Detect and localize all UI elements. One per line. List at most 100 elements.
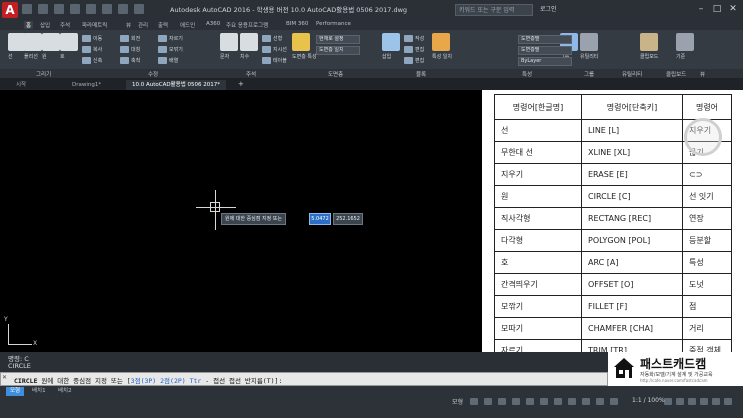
annotation-tool-icon[interactable]: [262, 57, 271, 64]
modify-tool-label[interactable]: 신축: [93, 57, 102, 64]
text-icon[interactable]: [220, 33, 238, 51]
command-prompt[interactable]: CIRCLE 원에 대한 중심점 지정 또는 [3점(3P) 2점(2P) Tt…: [14, 375, 282, 385]
tab-view[interactable]: 뷰: [126, 21, 131, 29]
modify-tool-icon[interactable]: [120, 35, 129, 42]
doc-tab-drawing1[interactable]: Drawing1*: [66, 80, 107, 90]
modify-tool-label[interactable]: 복사: [93, 46, 102, 53]
close-button[interactable]: ✕: [726, 3, 740, 15]
modify-tool-icon[interactable]: [158, 46, 167, 53]
utilities-icon[interactable]: [580, 33, 598, 51]
new-tab-plus-icon[interactable]: +: [238, 80, 244, 88]
lock-ui-icon[interactable]: [676, 398, 684, 405]
annotation-tool-label[interactable]: 테이블: [273, 57, 287, 64]
undo-icon[interactable]: [102, 4, 112, 14]
match-properties-icon[interactable]: [432, 33, 450, 51]
lineweight-icon[interactable]: [568, 398, 576, 405]
annotation-tool-label[interactable]: 선형: [273, 35, 282, 42]
option-3p[interactable]: 3점(3P): [131, 377, 157, 385]
close-command-line-icon[interactable]: ✕: [2, 374, 7, 381]
tab-a360[interactable]: A360: [206, 21, 220, 27]
search-input[interactable]: 키워드 또는 구문 입력: [455, 4, 533, 16]
save-as-icon[interactable]: [70, 4, 80, 14]
modify-tool-label[interactable]: 대칭: [131, 46, 140, 53]
hardware-accel-icon[interactable]: [700, 398, 708, 405]
tab-performance[interactable]: Performance: [316, 21, 351, 27]
modify-tool-label[interactable]: 이동: [93, 35, 102, 42]
plot-icon[interactable]: [86, 4, 96, 14]
block-tool-label[interactable]: 편집: [415, 46, 424, 53]
workspace-icon[interactable]: [134, 4, 144, 14]
tab-output[interactable]: 출력: [158, 21, 168, 29]
doc-tab-current[interactable]: 10.0 AutoCAD활용법 0506 2017*: [126, 80, 227, 90]
block-tool-icon[interactable]: [404, 57, 413, 64]
snap-icon[interactable]: [484, 398, 492, 405]
annotation-tool-label[interactable]: 지시선: [273, 46, 287, 53]
otrack-icon[interactable]: [554, 398, 562, 405]
ribbon-panel-label[interactable]: 주석: [246, 70, 256, 78]
modify-tool-icon[interactable]: [82, 57, 91, 64]
ribbon-panel-label[interactable]: 블록: [416, 70, 426, 78]
modify-tool-label[interactable]: 모깎기: [169, 46, 183, 53]
modify-tool-icon[interactable]: [158, 35, 167, 42]
clipboard-icon[interactable]: [640, 33, 658, 51]
redo-icon[interactable]: [118, 4, 128, 14]
circle-icon[interactable]: [42, 33, 60, 51]
block-tool-icon[interactable]: [404, 46, 413, 53]
tab-addins[interactable]: 애드인: [180, 21, 195, 29]
grid-icon[interactable]: [470, 398, 478, 405]
selection-cycling-icon[interactable]: [596, 398, 604, 405]
autocad-logo-icon[interactable]: A: [2, 2, 18, 18]
open-file-icon[interactable]: [38, 4, 48, 14]
modify-tool-icon[interactable]: [120, 57, 129, 64]
dimension-icon[interactable]: [240, 33, 258, 51]
tab-annotate[interactable]: 주석: [60, 21, 70, 29]
modify-tool-icon[interactable]: [82, 35, 91, 42]
annotation-tool-icon[interactable]: [262, 35, 271, 42]
save-icon[interactable]: [54, 4, 64, 14]
tab-featured-apps[interactable]: 주요 응용프로그램: [226, 21, 268, 29]
ribbon-panel-label[interactable]: 그룹: [584, 70, 594, 78]
polar-icon[interactable]: [512, 398, 520, 405]
layer-properties-icon[interactable]: [292, 33, 310, 51]
polyline-icon[interactable]: [24, 33, 42, 51]
tab-insert[interactable]: 삽입: [40, 21, 50, 29]
annotation-tool-icon[interactable]: [262, 46, 271, 53]
layout-tab-2[interactable]: 배치2: [54, 387, 76, 396]
annotation-visibility-icon[interactable]: [610, 398, 618, 405]
block-tool-label[interactable]: 편집: [415, 57, 424, 64]
clean-screen-icon[interactable]: [712, 398, 720, 405]
block-tool-icon[interactable]: [404, 35, 413, 42]
layout-tab-1[interactable]: 배치1: [28, 387, 50, 396]
customization-icon[interactable]: [724, 398, 732, 405]
ortho-icon[interactable]: [498, 398, 506, 405]
ribbon-panel-label[interactable]: 특성: [522, 70, 532, 78]
layout-tab-model[interactable]: 모형: [6, 387, 25, 396]
insert-block-icon[interactable]: [382, 33, 400, 51]
modify-tool-icon[interactable]: [82, 46, 91, 53]
modify-tool-label[interactable]: 회전: [131, 35, 140, 42]
layer-dropdown[interactable]: 현재로 설정: [316, 35, 360, 44]
tab-bim360[interactable]: BIM 360: [286, 21, 308, 27]
isolate-objects-icon[interactable]: [688, 398, 696, 405]
ribbon-panel-label[interactable]: 클립보드: [666, 70, 686, 78]
tab-parametric[interactable]: 파라메트릭: [82, 21, 107, 29]
signin-link[interactable]: 로그인: [540, 4, 557, 13]
option-2p[interactable]: 2점(2P): [160, 377, 186, 385]
osnap-icon[interactable]: [540, 398, 548, 405]
arc-icon[interactable]: [60, 33, 78, 51]
dynamic-input-x[interactable]: 5.0472: [309, 213, 331, 225]
ribbon-panel-label[interactable]: 유틸리티: [622, 70, 642, 78]
linetype-dropdown[interactable]: 도면층별: [518, 46, 572, 55]
workspace-icon[interactable]: [664, 398, 672, 405]
ribbon-panel-label[interactable]: 그리기: [36, 70, 51, 78]
lineweight-dropdown[interactable]: ByLayer: [518, 57, 572, 66]
new-file-icon[interactable]: [22, 4, 32, 14]
tab-home[interactable]: 홈: [24, 21, 34, 29]
annotation-scale[interactable]: 1:1 / 100%: [632, 397, 665, 404]
modify-tool-label[interactable]: 자르기: [169, 35, 183, 42]
tab-manage[interactable]: 관리: [138, 21, 148, 29]
minimize-button[interactable]: –: [694, 3, 708, 15]
color-dropdown[interactable]: 도면층별: [518, 35, 572, 44]
maximize-button[interactable]: □: [710, 3, 724, 15]
ribbon-panel-label[interactable]: 수정: [148, 70, 158, 78]
